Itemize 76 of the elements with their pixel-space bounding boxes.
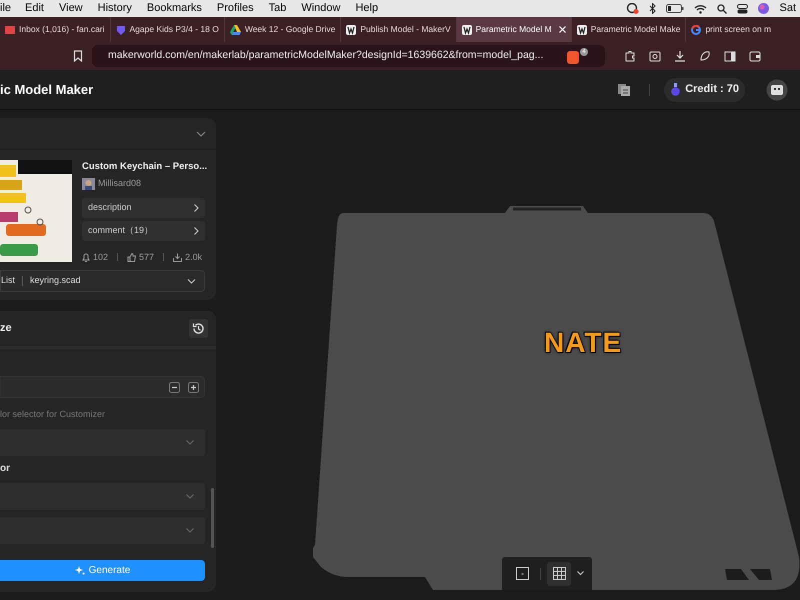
w-logo-icon [346,24,356,34]
menu-item[interactable]: History [98,0,132,17]
stat-count: 102 [93,250,108,264]
credit-pill[interactable]: Credit : 70 [664,78,745,102]
select-field[interactable] [0,428,205,456]
history-icon[interactable] [189,319,208,338]
number-field[interactable] [0,376,205,398]
chevron-icon [186,440,194,444]
author-name[interactable]: Millisard08 [98,177,142,190]
reader-icon[interactable] [649,50,661,62]
menu-item[interactable]: Bookmarks [146,0,202,17]
stat-count: 577 [139,250,154,264]
bell-icon [82,252,90,262]
shield-icon [116,24,126,34]
helper-text: lor selector for Customizer [0,408,106,421]
sidebar-icon[interactable] [724,50,736,62]
plate-marks-icon [725,568,773,581]
bluetooth-icon[interactable] [649,3,656,14]
grid-icon [552,567,566,580]
square-icon [516,567,528,580]
documents-icon[interactable] [617,82,632,96]
chevron-right-icon [194,226,199,234]
menu-item[interactable]: Help [355,0,378,17]
field-label: or [0,462,11,476]
wifi-icon[interactable] [694,4,708,14]
close-icon[interactable] [558,26,566,33]
g-logo-icon [691,24,702,34]
model-title[interactable]: Custom Keychain – Perso... [82,160,205,173]
siri-icon[interactable] [758,3,770,14]
link-row[interactable]: comment（19） [82,220,205,240]
menu-item[interactable]: View [58,0,83,17]
keychain-model: NATE [544,326,622,360]
thumbs-up-icon [127,252,136,262]
puzzle-icon[interactable] [624,50,636,62]
chevron-icon[interactable] [196,130,206,136]
bookmark-icon[interactable] [73,50,83,62]
status-icon[interactable] [626,3,640,14]
w-logo-icon [576,24,587,34]
panel-title: ze [0,321,12,336]
app-title: ic Model Maker [0,80,94,99]
browser-tab[interactable]: Parametric Model M [456,17,571,42]
link-row[interactable]: description [82,198,205,218]
w-logo-icon [462,24,472,34]
menu-item[interactable]: ile [0,0,12,17]
stat-count: 2.0k [185,250,202,264]
browser-tab[interactable]: Inbox (1,016) - fan.cari [0,17,110,42]
search-icon[interactable] [717,4,728,14]
author-avatar-icon [82,178,95,190]
chevron-right-icon [194,204,199,212]
file-select[interactable]: List keyring.scad [0,270,205,292]
triangle-logo-icon [230,24,241,34]
download-icon [173,252,182,262]
menu-item[interactable]: Tab [268,0,286,17]
select-field[interactable] [0,482,205,510]
grid-view-button[interactable] [547,562,571,586]
chevron-icon [187,278,196,284]
url-text: makerworld.com/en/makerlab/parametricModelMaker?designId=1639662&from=model_pag... [108,48,544,64]
control-center-icon[interactable] [737,4,748,14]
potion-icon [670,83,682,96]
menu-item[interactable]: Profiles [216,0,254,17]
minus-icon[interactable] [169,382,180,392]
battery-icon[interactable] [666,4,684,13]
avatar-icon[interactable] [766,78,788,100]
wallet-icon[interactable] [749,50,761,62]
menu-item[interactable]: Edit [25,0,44,17]
download-icon[interactable] [674,50,686,62]
brave-shield-icon[interactable] [567,51,580,64]
plus-icon[interactable] [188,382,199,392]
select-field[interactable] [0,516,205,544]
sparkle-icon [74,566,85,575]
chevron-icon [186,494,194,498]
chevron-icon[interactable] [577,571,584,576]
chevron-icon [186,528,194,532]
clock-text: Sat [779,1,796,16]
mail-icon [5,24,15,34]
menu-item[interactable]: Window [301,0,340,17]
